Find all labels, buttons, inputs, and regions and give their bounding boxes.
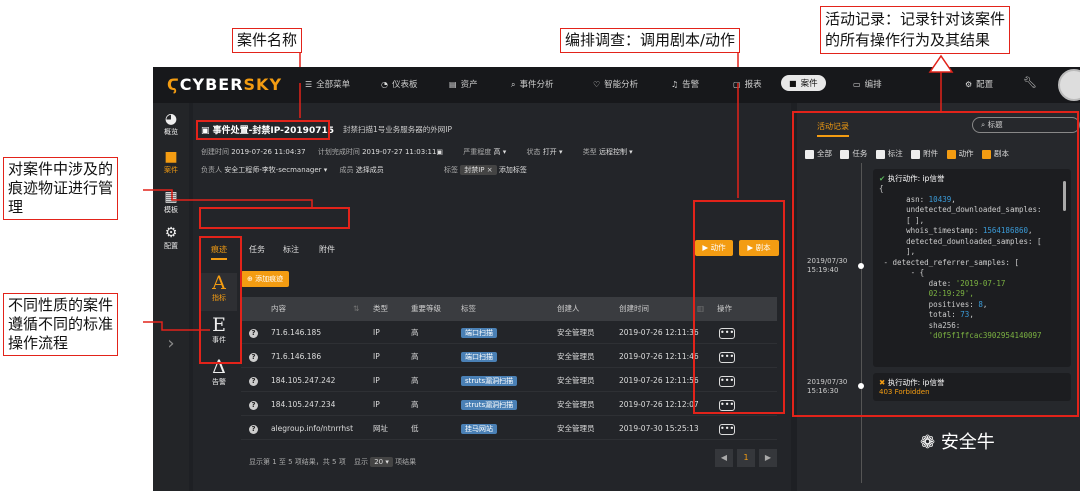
annotation-case-name: 案件名称 xyxy=(232,28,303,53)
annotation-line: 理 xyxy=(8,198,24,216)
annotation-line: 遵循不同的标准 xyxy=(8,315,114,333)
annotation-line: 的所有操作行为及其结果 xyxy=(825,31,991,49)
annotation-evidence: 对案件中涉及的 痕迹物证进行管理 xyxy=(3,157,119,220)
annotation-line: 痕迹物证进行管 xyxy=(8,179,114,197)
annotation-line: 活动记录：记录针对该案件 xyxy=(825,10,1006,28)
annotation-line: 操作流程 xyxy=(8,334,69,352)
annotation-activity: 活动记录：记录针对该案件 的所有操作行为及其结果 xyxy=(820,6,1011,54)
annotation-connectors xyxy=(143,52,954,331)
annotation-line: 对案件中涉及的 xyxy=(8,160,114,178)
annotation-line: 不同性质的案件 xyxy=(8,296,114,314)
annotation-orchestration: 编排调查：调用剧本/动作 xyxy=(560,28,741,53)
annotation-flow: 不同性质的案件 遵循不同的标准 操作流程 xyxy=(3,293,119,356)
